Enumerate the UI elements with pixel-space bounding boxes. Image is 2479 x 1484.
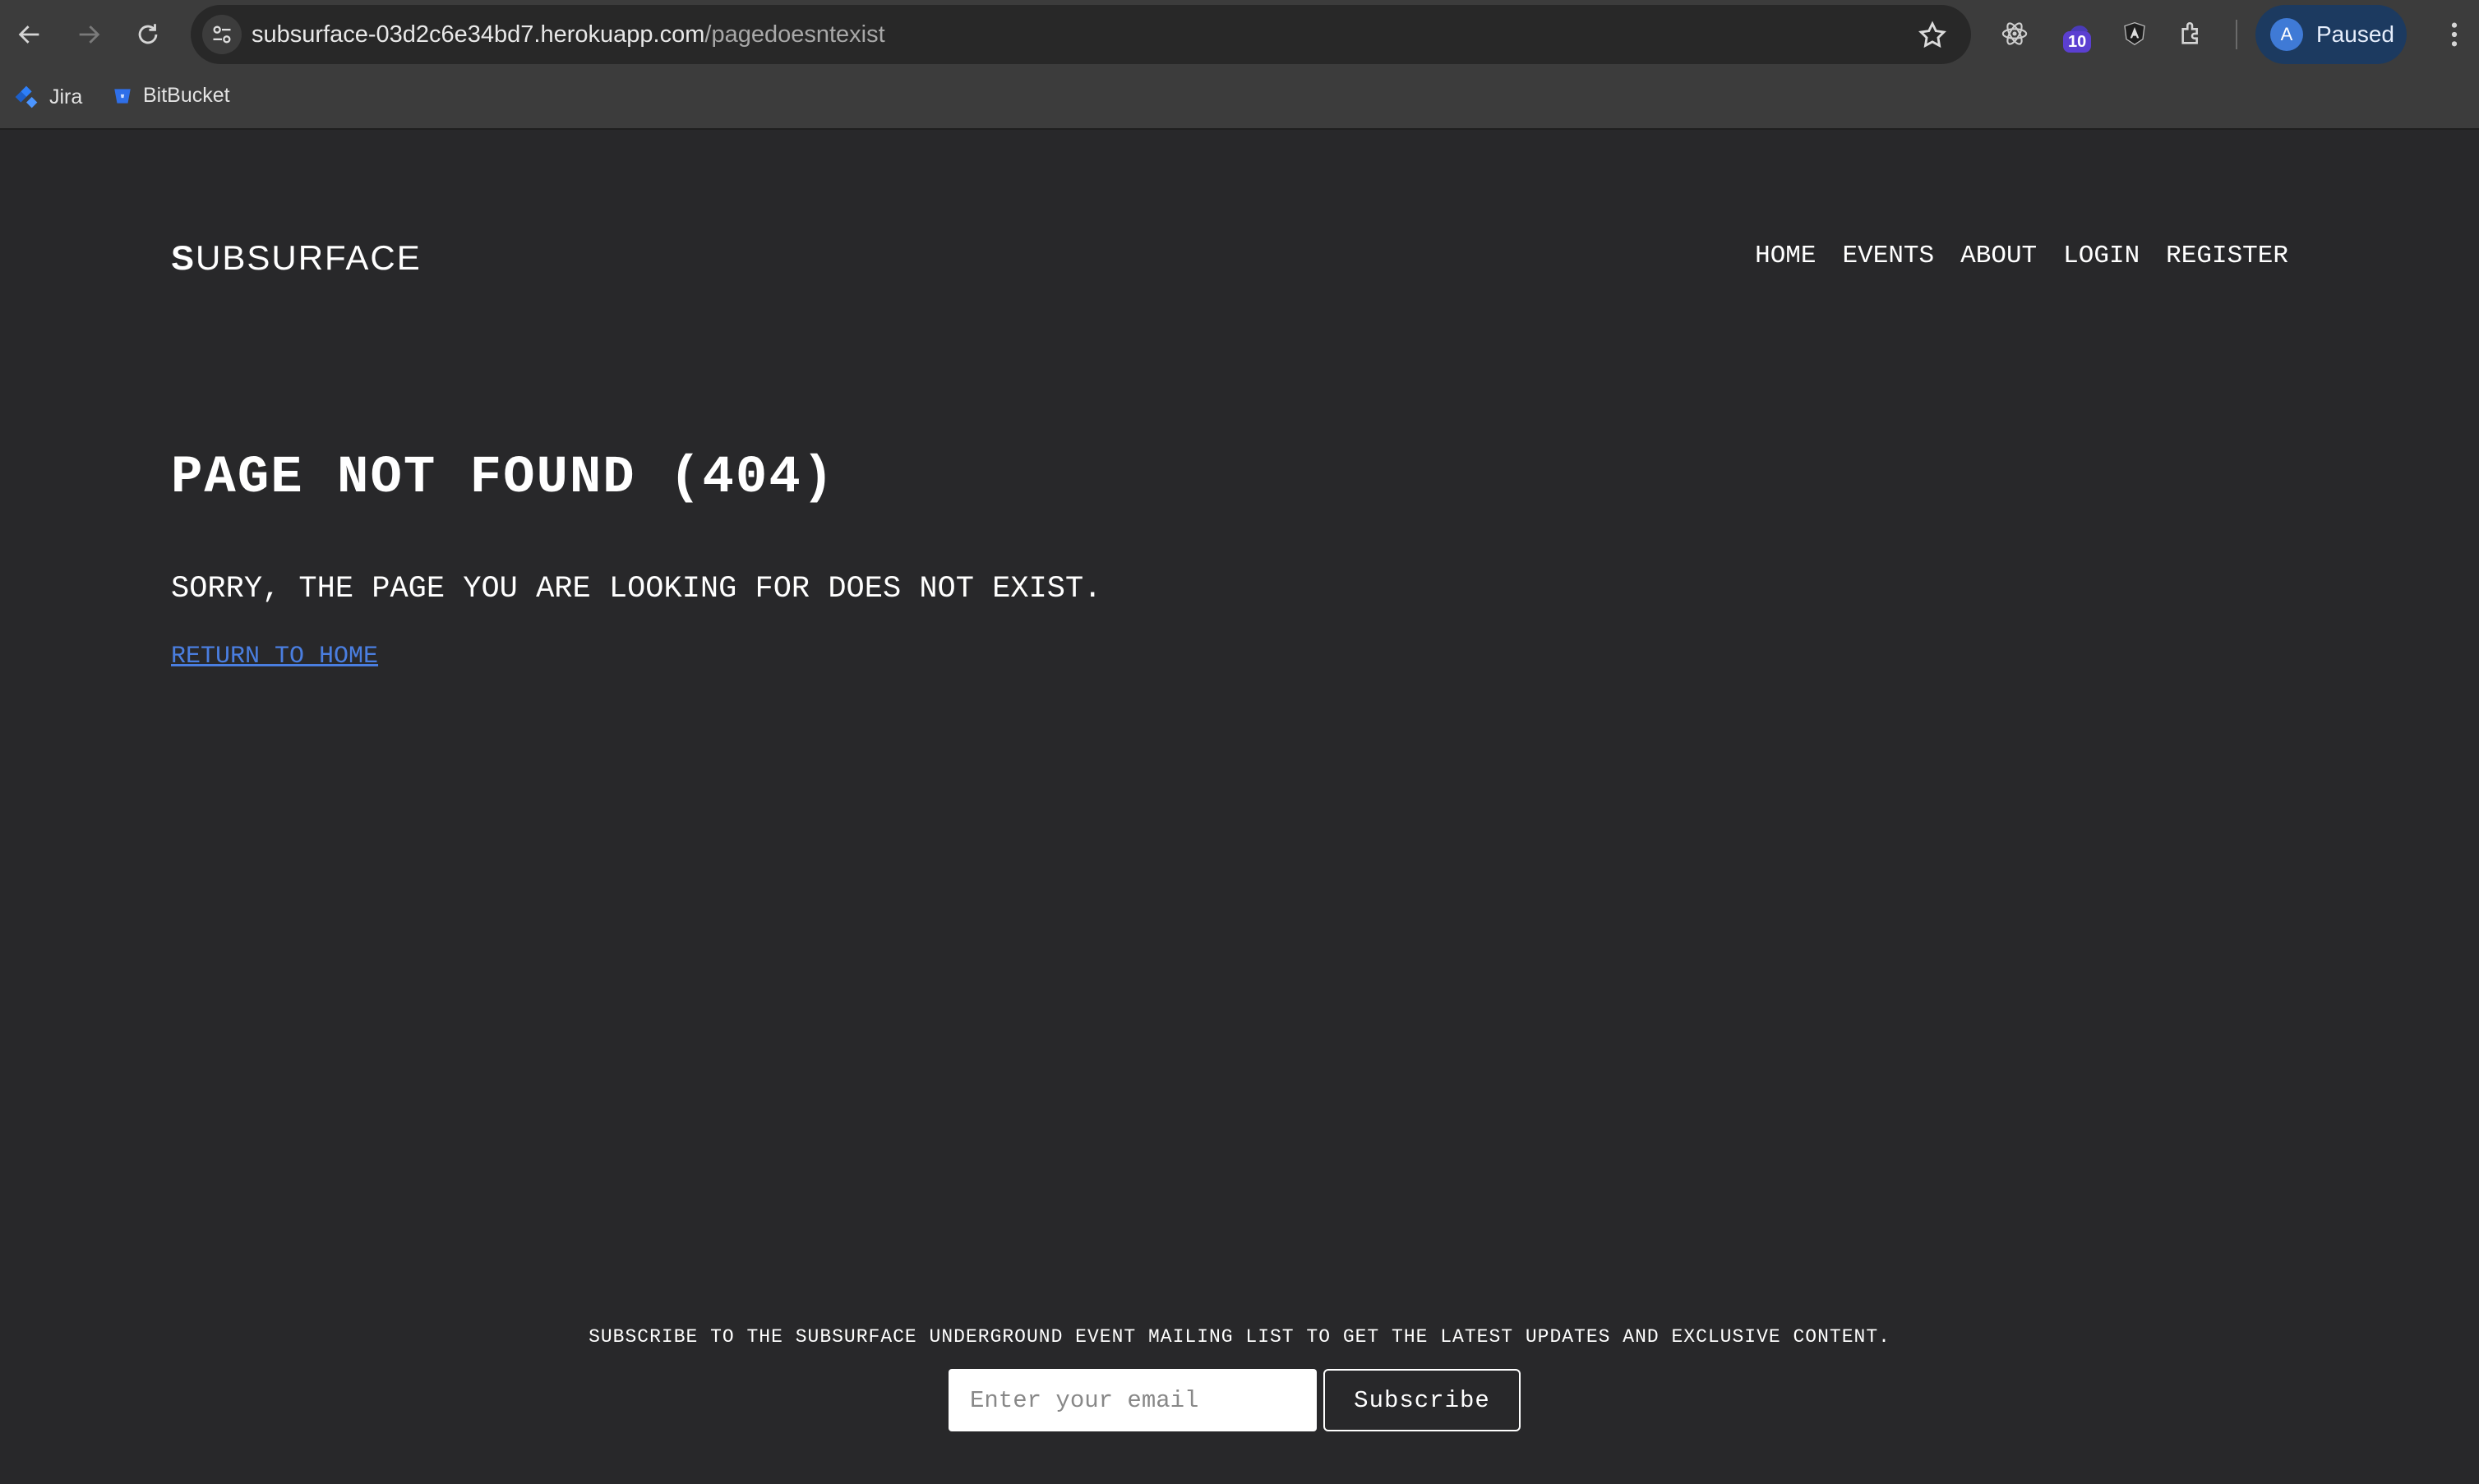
bookmark-label: BitBucket [143,84,230,107]
react-icon[interactable] [1997,16,2032,51]
site-info-icon[interactable] [202,15,242,54]
bookmark-label: Jira [49,85,83,108]
page-title: PAGE NOT FOUND (404) [171,449,836,508]
email-input[interactable] [949,1369,1317,1431]
kebab-menu-icon[interactable] [2438,18,2471,51]
toolbar-divider [2236,20,2237,49]
reload-icon [138,24,158,44]
site-logo[interactable]: SUBSURFACE [171,238,422,278]
url-host: subsurface-03d2c6e34bd7.herokuapp.com [252,21,705,48]
logo-rest: UBSURFACE [196,238,422,277]
nav-login[interactable]: LOGIN [2063,242,2140,270]
page: SUBSURFACE HOME EVENTS ABOUT LOGIN REGIS… [0,131,2479,1484]
arrow-left-icon [18,25,39,44]
url-path: /pagedoesntexist [704,21,885,48]
nav-home[interactable]: HOME [1755,242,1816,270]
subscribe-button[interactable]: Subscribe [1323,1369,1521,1431]
error-message: SORRY, THE PAGE YOU ARE LOOKING FOR DOES… [171,572,1102,606]
subscribe-form: Subscribe [949,1369,1521,1431]
newsletter-text: SUBSCRIBE TO THE SUBSURFACE UNDERGROUND … [589,1326,1890,1348]
bookmarks-bar: Jira BitBucket [0,79,2479,120]
puzzle-icon[interactable] [2175,16,2209,51]
nav-events[interactable]: EVENTS [1843,242,1935,270]
forward-button[interactable] [69,15,108,54]
extension-badge: 10 [2063,31,2092,53]
return-home-link[interactable]: RETURN TO HOME [171,643,378,671]
url-text: subsurface-03d2c6e34bd7.herokuapp.com/pa… [252,21,885,48]
angular-icon[interactable] [2117,16,2152,51]
star-icon[interactable] [1917,20,1948,51]
arrow-right-icon [79,25,100,44]
profile-status: Paused [2316,21,2394,47]
back-button[interactable] [10,15,49,54]
logo-first-letter: S [171,238,196,277]
browser-chrome: subsurface-03d2c6e34bd7.herokuapp.com/pa… [0,0,2479,130]
nav-register[interactable]: REGISTER [2166,242,2288,270]
address-bar[interactable]: subsurface-03d2c6e34bd7.herokuapp.com/pa… [191,5,1971,64]
bitbucket-icon [114,88,131,104]
nav-about[interactable]: ABOUT [1960,242,2037,270]
reload-button[interactable] [128,15,168,54]
profile-button[interactable]: A Paused [2255,5,2407,64]
avatar: A [2270,18,2303,51]
jira-icon [15,85,38,108]
bookmark-bitbucket[interactable]: BitBucket [112,84,230,108]
main-nav: HOME EVENTS ABOUT LOGIN REGISTER [1755,242,2288,270]
bookmark-jira[interactable]: Jira [13,84,82,110]
